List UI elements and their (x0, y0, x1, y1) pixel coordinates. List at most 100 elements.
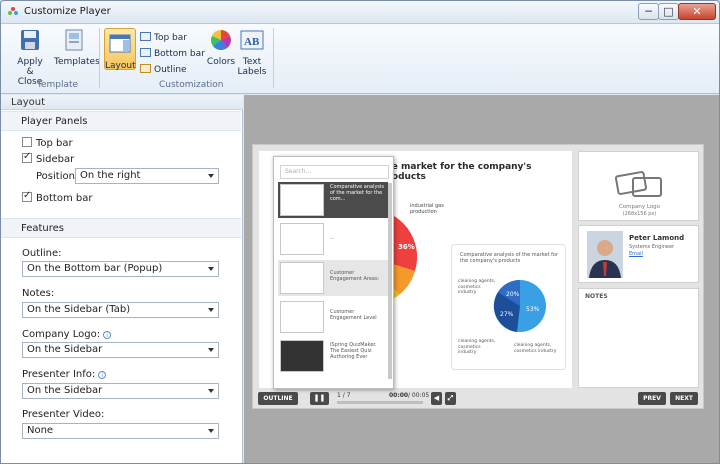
template-group-label: Template (37, 80, 79, 90)
chevron-down-icon (208, 389, 214, 393)
bottom-bar-label: Bottom bar (154, 49, 205, 59)
notes-select[interactable]: On the Sidebar (Tab) (22, 302, 219, 318)
chevron-down-icon (208, 348, 214, 352)
colors-button[interactable]: Colors (206, 28, 236, 67)
top-bar-icon (140, 32, 151, 41)
checkbox-label: Top bar (36, 138, 73, 149)
layout-button[interactable]: Layout (104, 28, 136, 71)
prev-button[interactable]: PREV (638, 392, 666, 405)
layout-label: Layout (105, 61, 136, 71)
save-icon (21, 30, 39, 50)
settings-panel: Layout Player Panels Top bar Sidebar Pos… (1, 95, 243, 463)
presenter-video-label: Presenter Video: (22, 409, 105, 420)
maximize-button[interactable]: □ (658, 3, 679, 20)
templates-icon (65, 29, 83, 51)
minimize-button[interactable]: ─ (638, 3, 659, 20)
outline-button[interactable]: OUTLINE (258, 392, 298, 405)
presenter-info-box: Peter Lamond Systems Engineer Email (578, 225, 699, 283)
outline-toggle[interactable]: Outline (140, 64, 187, 75)
position-label: Position: (36, 171, 79, 182)
outline-item[interactable]: iSpring QuizMaker. The Easiest Quiz Auth… (278, 338, 388, 374)
text-labels-icon: AB (240, 30, 264, 50)
info-icon[interactable]: i (98, 371, 107, 379)
next-button[interactable]: NEXT (670, 392, 698, 405)
title-bar: Customize Player ─ □ ✕ (1, 1, 719, 24)
pie-label-c: 53% (526, 306, 540, 313)
pie-label-b: 27% (500, 311, 514, 318)
chevron-down-icon (208, 429, 214, 433)
svg-text:AB: AB (244, 36, 260, 48)
customization-group-label: Customization (159, 80, 224, 90)
presenter-name: Peter Lamond (629, 234, 685, 242)
volume-icon[interactable]: ◀ (431, 392, 442, 405)
select-value: On the Sidebar (Tab) (27, 304, 131, 315)
bottom-bar-toggle[interactable]: Bottom bar (140, 48, 205, 59)
close-button[interactable]: ✕ (678, 3, 716, 20)
outline-item[interactable]: Comparative analysis of the market for t… (278, 182, 388, 218)
outline-popup: Search... Comparative analysis of the ma… (273, 156, 394, 389)
slide-thumbnail (280, 184, 324, 216)
features-section: Features (1, 218, 241, 238)
outline-select[interactable]: On the Bottom bar (Popup) (22, 261, 219, 277)
presenter-info-label: Presenter Info: i (22, 369, 107, 380)
templates-button[interactable]: Templates (54, 28, 100, 67)
slide: the market for the company's products 36… (259, 151, 572, 389)
select-value: On the right (80, 170, 141, 181)
slide-thumbnail (280, 223, 324, 255)
select-value: None (27, 425, 54, 436)
time-total: / 00:05 (408, 392, 430, 399)
chevron-down-icon (208, 174, 214, 178)
info-icon[interactable]: i (103, 331, 112, 339)
pie-percent: 36% (398, 243, 415, 251)
sidebar-checkbox[interactable]: Sidebar (22, 151, 74, 165)
outline-item[interactable]: Customer Engagement Level (278, 299, 388, 335)
outline-item-text: Customer Engagement Areas: (330, 270, 380, 282)
outline-item-text: Comparative analysis of the market for t… (330, 184, 384, 202)
outline-search-input[interactable]: Search... (280, 165, 389, 179)
bottom-bar-icon (140, 48, 151, 57)
slide-thumbnail (280, 262, 324, 294)
presenter-video-select[interactable]: None (22, 423, 219, 439)
window-title: Customize Player (24, 6, 111, 17)
presenter-email-link[interactable]: Email (629, 251, 643, 257)
text-labels-label: Text Labels (237, 57, 267, 77)
presenter-photo (587, 231, 623, 278)
outline-item[interactable]: ... (278, 221, 388, 257)
select-value: On the Bottom bar (Popup) (27, 263, 163, 274)
outline-label: Outline (154, 65, 187, 75)
logo-caption: Company Logo (618, 204, 661, 210)
pause-button[interactable]: ❚❚ (310, 392, 329, 405)
notes-title: NOTES (585, 293, 608, 300)
chevron-down-icon (208, 267, 214, 271)
top-bar-toggle[interactable]: Top bar (140, 32, 187, 43)
apply-close-button[interactable]: Apply & Close (13, 28, 47, 87)
player-panels-section: Player Panels (1, 111, 241, 131)
outline-label: Outline: (22, 248, 62, 259)
company-logo-select[interactable]: On the Sidebar (22, 342, 219, 358)
app-icon (8, 7, 18, 15)
pie-label-a: 20% (506, 291, 520, 298)
player-control-bar: OUTLINE ❚❚ 1 / 7 00:00 / 00:05 ◀ ⤢ PREV … (253, 389, 703, 409)
industrial-label: industrial gas production (410, 203, 444, 215)
text-labels-button[interactable]: AB Text Labels (237, 28, 267, 77)
position-select[interactable]: On the right (75, 168, 219, 184)
bottom-bar-checkbox[interactable]: Bottom bar (22, 190, 92, 204)
company-logo-box: Company Logo (268x156 px) (578, 151, 699, 221)
outline-scrollbar[interactable] (388, 183, 392, 379)
select-value: On the Sidebar (27, 344, 103, 355)
outline-item[interactable]: Customer Engagement Areas: (278, 260, 388, 296)
presenter-info-select[interactable]: On the Sidebar (22, 383, 219, 399)
progress-bar[interactable] (337, 401, 423, 404)
slide-counter: 1 / 7 (337, 392, 351, 399)
slide-title: the market for the company's products (381, 162, 532, 182)
outline-item-text: Customer Engagement Level (330, 309, 377, 321)
presenter-role: Systems Engineer (629, 244, 675, 250)
select-value: On the Sidebar (27, 385, 103, 396)
layout-icon (109, 34, 131, 53)
top-bar-checkbox[interactable]: Top bar (22, 137, 73, 149)
logo-placeholder-icon (615, 171, 662, 197)
fullscreen-icon[interactable]: ⤢ (445, 392, 456, 405)
ribbon-separator (99, 28, 100, 88)
cleaning-label-2: cleaning agents, cosmetics industry (458, 339, 496, 355)
slide-thumbnail (280, 301, 324, 333)
